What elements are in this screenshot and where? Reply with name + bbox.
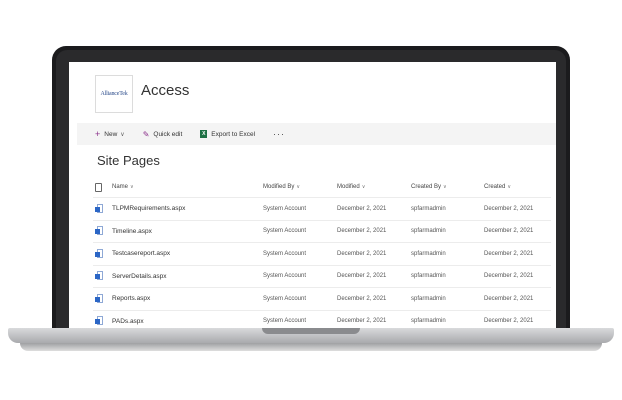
modified-by-cell: System Account <box>263 228 307 235</box>
table-row[interactable]: Reports.aspx System Account December 2, … <box>93 288 551 311</box>
modified-cell: December 2, 2021 <box>337 273 387 280</box>
file-name-link[interactable]: Timeline.aspx <box>112 221 152 243</box>
new-button[interactable]: + New ∨ <box>95 128 125 139</box>
aspx-page-icon <box>95 316 103 326</box>
command-bar: + New ∨ ✎ Quick edit X Export to Excel ·… <box>77 123 556 145</box>
aspx-page-icon <box>95 248 103 259</box>
modified-cell: December 2, 2021 <box>337 228 387 235</box>
created-cell: December 2, 2021 <box>484 250 534 257</box>
export-label: Export to Excel <box>211 130 256 138</box>
file-name-link[interactable]: Testcasereport.aspx <box>112 243 170 265</box>
aspx-page-icon <box>95 226 103 236</box>
quick-edit-button[interactable]: ✎ Quick edit <box>143 130 183 139</box>
created-by-cell: spfarmadmin <box>411 273 446 280</box>
aspx-page-icon <box>95 271 103 281</box>
table-row[interactable]: Timeline.aspx System Account December 2,… <box>93 221 551 243</box>
created-cell: December 2, 2021 <box>484 273 534 280</box>
column-header-modified-by[interactable]: Modified By ∨ <box>263 177 300 197</box>
created-by-cell: spfarmadmin <box>411 205 446 212</box>
page-title: Site Pages <box>97 153 160 168</box>
aspx-page-icon <box>95 293 103 304</box>
file-name-link[interactable]: TLPMRequirements.aspx <box>112 198 185 220</box>
modified-by-cell: System Account <box>263 295 307 302</box>
pencil-icon: ✎ <box>142 129 150 139</box>
table-row[interactable]: TLPMRequirements.aspx System Account Dec… <box>93 198 551 221</box>
modified-cell: December 2, 2021 <box>337 205 387 212</box>
plus-icon: + <box>95 128 101 139</box>
created-cell: December 2, 2021 <box>484 205 534 212</box>
table-row[interactable]: ServerDetails.aspx System Account Decemb… <box>93 266 551 288</box>
modified-by-cell: System Account <box>263 205 307 212</box>
quick-edit-label: Quick edit <box>153 130 183 138</box>
laptop-notch <box>262 328 360 334</box>
modified-by-cell: System Account <box>263 250 307 257</box>
new-button-label: New <box>104 130 118 138</box>
file-name-link[interactable]: Reports.aspx <box>112 288 150 310</box>
document-icon <box>95 182 102 192</box>
chevron-down-icon: ∨ <box>120 131 125 138</box>
document-list: Name ∨ Modified By ∨ Modified ∨ Created By ∨… <box>93 177 551 333</box>
table-row[interactable]: Testcasereport.aspx System Account Decem… <box>93 243 551 266</box>
created-cell: December 2, 2021 <box>484 295 534 302</box>
chevron-down-icon: ∨ <box>130 184 134 190</box>
column-header-modified[interactable]: Modified ∨ <box>337 177 365 197</box>
chevron-down-icon: ∨ <box>443 184 447 190</box>
modified-cell: December 2, 2021 <box>337 250 387 257</box>
site-logo[interactable]: AllianceTek <box>95 75 133 113</box>
modified-cell: December 2, 2021 <box>337 295 387 302</box>
file-name-link[interactable]: ServerDetails.aspx <box>112 266 167 288</box>
laptop-lid: AllianceTek Access + New ∨ ✎ Quick edit … <box>52 46 570 342</box>
site-header: AllianceTek Access <box>69 62 556 120</box>
laptop-screen: AllianceTek Access + New ∨ ✎ Quick edit … <box>69 62 556 338</box>
created-cell: December 2, 2021 <box>484 228 534 235</box>
laptop-bezel: AllianceTek Access + New ∨ ✎ Quick edit … <box>56 50 566 338</box>
site-logo-text: AllianceTek <box>100 91 128 97</box>
created-by-cell: spfarmadmin <box>411 295 446 302</box>
site-title[interactable]: Access <box>141 82 189 99</box>
file-type-header[interactable] <box>95 177 109 197</box>
aspx-page-icon <box>95 203 103 214</box>
column-header-created[interactable]: Created ∨ <box>484 177 511 197</box>
more-actions-button[interactable]: ··· <box>273 129 285 139</box>
created-by-cell: spfarmadmin <box>411 250 446 257</box>
column-header-name[interactable]: Name ∨ <box>112 177 134 197</box>
table-header-row: Name ∨ Modified By ∨ Modified ∨ Created By ∨… <box>93 177 551 198</box>
laptop-base-shadow <box>20 343 602 351</box>
chevron-down-icon: ∨ <box>296 184 301 190</box>
excel-icon: X <box>200 130 208 138</box>
modified-by-cell: System Account <box>263 273 307 280</box>
column-header-created-by[interactable]: Created By ∨ <box>411 177 447 197</box>
created-by-cell: spfarmadmin <box>411 228 446 235</box>
chevron-down-icon: ∨ <box>507 184 512 190</box>
chevron-down-icon: ∨ <box>361 184 366 190</box>
export-to-excel-button[interactable]: X Export to Excel <box>200 130 255 138</box>
